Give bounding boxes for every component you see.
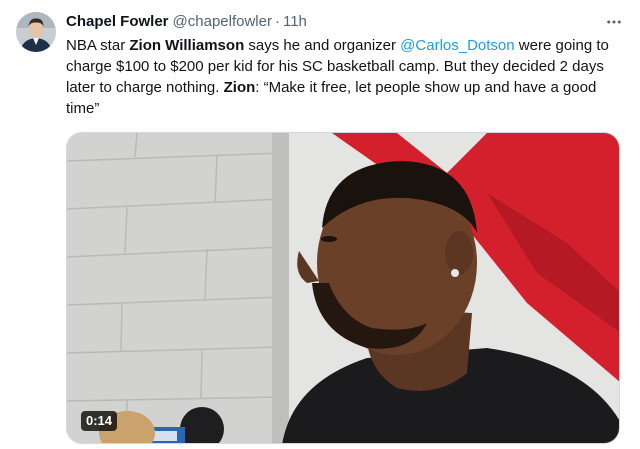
tweet-bold-name: Zion Williamson <box>129 37 245 54</box>
tweet-text: NBA star Zion Williamson says he and org… <box>66 35 626 119</box>
tweet-text-segment: says he and organizer <box>244 37 401 54</box>
tweet-text-segment: NBA star <box>66 37 130 54</box>
mention-link[interactable]: @Carlos_Dotson <box>400 37 514 54</box>
tweet-bold-name: Zion <box>223 79 256 96</box>
separator-dot: · <box>274 13 280 30</box>
tweet-header: Chapel Fowler @chapelfowler · 11h <box>66 12 307 32</box>
more-options-button[interactable] <box>602 10 626 34</box>
avatar-photo-icon <box>16 12 56 52</box>
tweet-timestamp[interactable]: 11h <box>283 12 307 32</box>
more-horizontal-icon <box>607 20 621 24</box>
tweet-card[interactable]: Chapel Fowler @chapelfowler · 11h NBA st… <box>0 0 640 449</box>
video-duration-badge: 0:14 <box>81 411 118 431</box>
author-handle[interactable]: @chapelfowler <box>173 12 272 32</box>
author-display-name[interactable]: Chapel Fowler <box>66 12 169 32</box>
video-player[interactable]: 0:14 <box>66 132 620 444</box>
author-avatar[interactable] <box>16 12 56 52</box>
video-thumbnail <box>67 133 619 443</box>
